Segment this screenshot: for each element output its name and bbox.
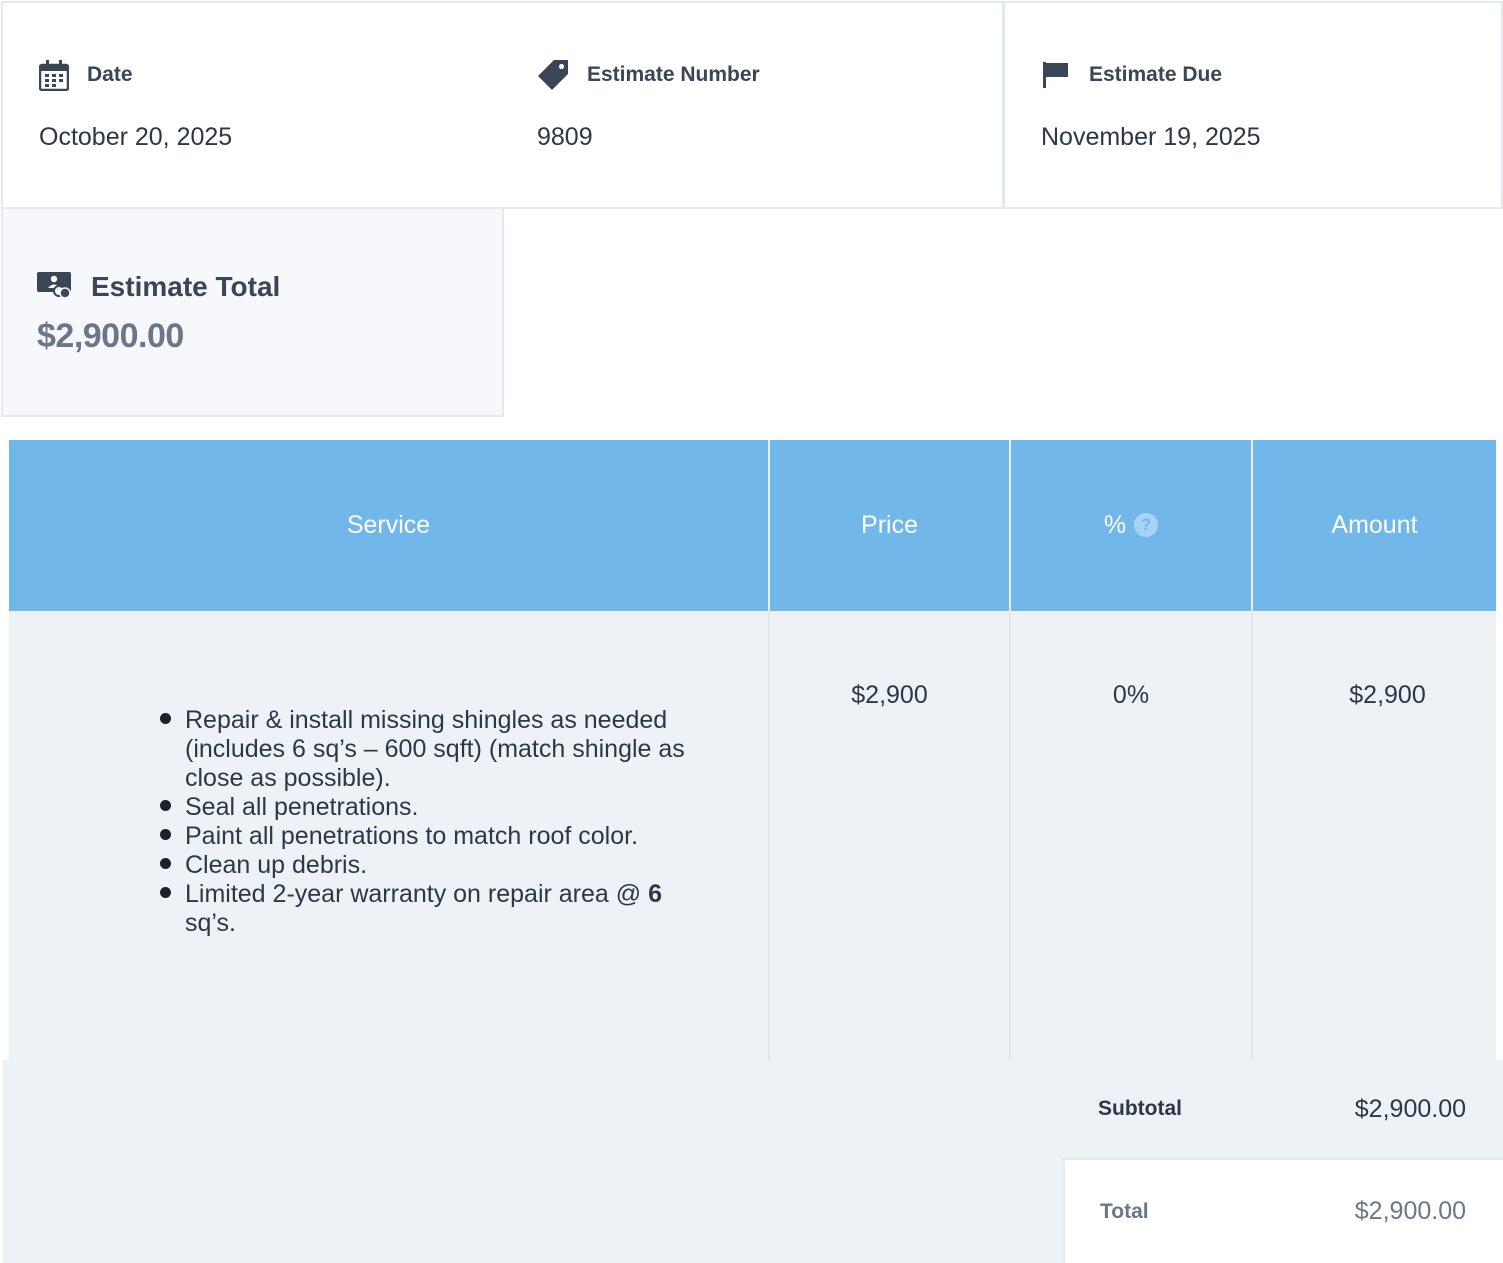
- subtotal-row: Subtotal $2,900.00: [1063, 1060, 1503, 1158]
- list-item: Limited 2-year warranty on repair area @…: [146, 880, 706, 938]
- total-label: Total: [1100, 1199, 1149, 1223]
- estimate-due-label-row: Estimate Due: [1041, 55, 1222, 95]
- percent-header-label: %: [1103, 511, 1127, 539]
- estimate-total-label-row: Estimate Total: [37, 267, 280, 307]
- estimate-number-label-row: Estimate Number: [537, 55, 760, 95]
- help-icon[interactable]: ?: [1134, 513, 1159, 537]
- service-description-cell: Repair & install missing shingles as nee…: [9, 611, 770, 1107]
- list-item: Clean up debris.: [146, 851, 706, 880]
- service-column-header: Service: [9, 440, 770, 611]
- amount-column-header: Amount: [1252, 440, 1496, 611]
- date-card: Date October 20, 2025: [1, 1, 503, 209]
- percent-column-header: %?: [1010, 440, 1253, 611]
- summary-spacer: [3, 1060, 1063, 1263]
- calendar-icon: [39, 59, 69, 91]
- estimate-total-value: $2,900.00: [37, 317, 184, 355]
- estimate-due-label: Estimate Due: [1089, 63, 1223, 86]
- money-icon: [37, 270, 73, 305]
- estimate-total-label: Estimate Total: [91, 271, 281, 302]
- amount-cell: $2,900: [1252, 611, 1496, 1107]
- table-header-row: Service Price %? Amount: [9, 440, 1496, 611]
- estimate-number-card: Estimate Number 9809: [501, 1, 1004, 209]
- list-item: Repair & install missing shingles as nee…: [146, 706, 706, 793]
- list-item: Paint all penetrations to match roof col…: [146, 822, 706, 851]
- date-value: October 20, 2025: [39, 123, 233, 151]
- list-item: Seal all penetrations.: [146, 793, 706, 822]
- price-cell: $2,900: [769, 611, 1011, 1107]
- estimate-number-label: Estimate Number: [587, 63, 760, 86]
- date-label-row: Date: [39, 55, 133, 95]
- subtotal-value: $2,900.00: [1354, 1094, 1466, 1123]
- estimate-due-value: November 19, 2025: [1041, 123, 1261, 151]
- price-column-header: Price: [769, 440, 1011, 611]
- service-description-list: Repair & install missing shingles as nee…: [146, 706, 706, 938]
- services-table: Service Price %? Amount Repair & install…: [9, 440, 1496, 1107]
- estimate-total-card: Estimate Total $2,900.00: [1, 207, 504, 417]
- estimate-number-value: 9809: [537, 123, 593, 151]
- percent-cell: 0%: [1010, 611, 1253, 1107]
- total-value: $2,900.00: [1354, 1197, 1466, 1225]
- flag-icon: [1041, 60, 1071, 90]
- estimate-due-card: Estimate Due November 19, 2025: [1003, 1, 1503, 209]
- subtotal-label: Subtotal: [1098, 1097, 1182, 1120]
- total-row: Total $2,900.00: [1063, 1158, 1503, 1263]
- tag-icon: [537, 59, 569, 91]
- table-row: Repair & install missing shingles as nee…: [9, 611, 1496, 1107]
- date-label: Date: [87, 63, 133, 86]
